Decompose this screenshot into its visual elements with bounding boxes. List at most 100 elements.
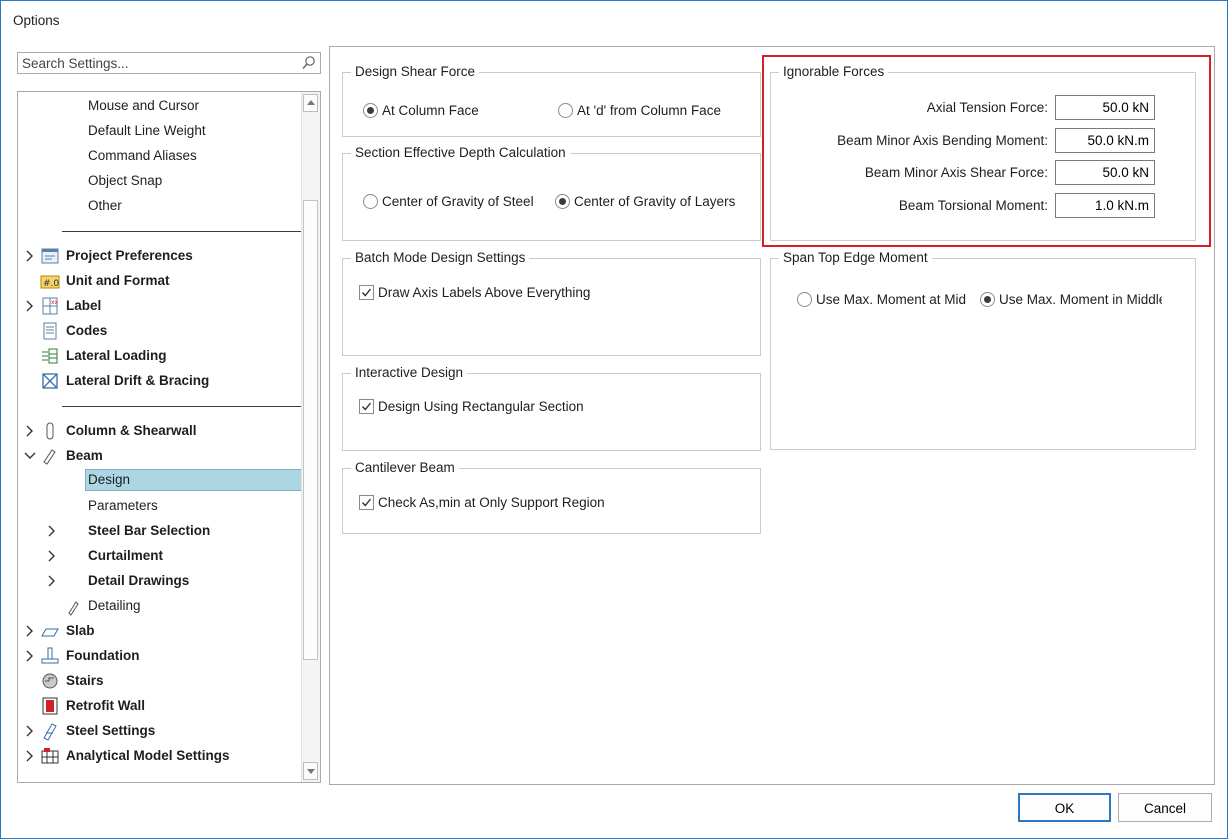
radio-label: Use Max. Moment at Mid [816, 292, 967, 307]
radio-circle[interactable] [363, 194, 378, 209]
radio-circle[interactable] [363, 103, 378, 118]
checkbox-box[interactable] [359, 495, 374, 510]
tree-item-detailing[interactable]: Detailing [88, 595, 141, 617]
checkmark-icon [361, 288, 372, 297]
tree-item-mouse-and-cursor[interactable]: Mouse and Cursor [88, 95, 199, 117]
project-preferences-icon [41, 248, 59, 264]
lateral-loading-icon [42, 348, 58, 364]
tree-item-detail-drawings[interactable]: Detail Drawings [88, 570, 189, 592]
span-top-edge-group: Span Top Edge Moment Use Max. Moment at … [770, 250, 1196, 450]
settings-tree[interactable]: Mouse and Cursor Default Line Weight Com… [17, 91, 321, 783]
checkbox-box[interactable] [359, 285, 374, 300]
chevron-right-icon[interactable] [46, 550, 58, 562]
tree-item-codes[interactable]: Codes [66, 320, 107, 342]
tree-item-slab[interactable]: Slab [66, 620, 95, 642]
chevron-right-icon[interactable] [24, 750, 36, 762]
tree-item-unit-and-format[interactable]: Unit and Format [66, 270, 170, 292]
window-title: Options [13, 13, 60, 28]
chevron-right-icon[interactable] [24, 300, 36, 312]
stairs-icon [42, 673, 58, 689]
lateral-drift-icon [42, 373, 58, 389]
steel-settings-icon [43, 723, 57, 741]
analytical-model-icon [41, 748, 59, 764]
tree-item-foundation[interactable]: Foundation [66, 645, 139, 667]
cantilever-beam-group: Cantilever Beam Check As,min at Only Sup… [342, 460, 761, 534]
slab-icon [41, 628, 59, 637]
tree-item-lateral-loading[interactable]: Lateral Loading [66, 345, 167, 367]
radio-center-gravity-layers[interactable]: Center of Gravity of Layers [555, 193, 748, 211]
tree-item-stairs[interactable]: Stairs [66, 670, 104, 692]
beam-icon [43, 449, 56, 465]
scroll-down-button[interactable] [303, 762, 318, 780]
radio-label: At 'd' from Column Face [577, 103, 721, 118]
tree-item-label[interactable]: Label [66, 295, 101, 317]
chevron-down-icon[interactable] [24, 450, 36, 462]
tree-item-project-preferences[interactable]: Project Preferences [66, 245, 193, 267]
radio-circle[interactable] [555, 194, 570, 209]
arrow-down-icon [307, 769, 315, 774]
section-depth-group: Section Effective Depth Calculation Cent… [342, 145, 761, 241]
tree-item-command-aliases[interactable]: Command Aliases [88, 145, 197, 167]
radio-label: At Column Face [382, 103, 479, 118]
radio-use-max-moment-in-middle[interactable]: Use Max. Moment in Middle [980, 291, 1162, 309]
svg-text:xx: xx [51, 299, 59, 306]
search-box[interactable] [17, 52, 321, 74]
tree-item-column-shearwall[interactable]: Column & Shearwall [66, 420, 197, 442]
codes-icon [43, 322, 57, 340]
group-title: Cantilever Beam [351, 460, 459, 476]
chevron-right-icon[interactable] [24, 250, 36, 262]
design-shear-force-group: Design Shear Force At Column Face At 'd'… [342, 64, 761, 137]
scroll-thumb[interactable] [303, 200, 318, 660]
checkbox-box[interactable] [359, 399, 374, 414]
group-title: Section Effective Depth Calculation [351, 145, 570, 161]
interactive-design-group: Interactive Design Design Using Rectangu… [342, 365, 761, 451]
tree-item-retrofit-wall[interactable]: Retrofit Wall [66, 695, 145, 717]
tree-item-object-snap[interactable]: Object Snap [88, 170, 162, 192]
tree-scrollbar[interactable] [301, 92, 320, 782]
tree-item-parameters[interactable]: Parameters [88, 495, 158, 517]
chevron-right-icon[interactable] [46, 575, 58, 587]
tree-separator [62, 406, 301, 407]
radio-label: Center of Gravity of Steel [382, 194, 534, 209]
chevron-right-icon[interactable] [24, 425, 36, 437]
ok-button[interactable]: OK [1018, 793, 1111, 822]
checkmark-icon [361, 402, 372, 411]
tree-item-lateral-drift-bracing[interactable]: Lateral Drift & Bracing [66, 370, 209, 392]
checkbox-label: Design Using Rectangular Section [378, 399, 584, 414]
tree-item-default-line-weight[interactable]: Default Line Weight [88, 120, 206, 142]
radio-label: Center of Gravity of Layers [574, 194, 736, 209]
cancel-button[interactable]: Cancel [1118, 793, 1212, 822]
radio-circle[interactable] [980, 292, 995, 307]
highlight-box [762, 55, 1211, 247]
retrofit-wall-icon [42, 697, 58, 715]
tree-item-other[interactable]: Other [88, 195, 122, 217]
search-icon[interactable] [301, 55, 317, 71]
tree-separator [62, 231, 301, 232]
column-icon [46, 422, 54, 440]
checkbox-label: Check As,min at Only Support Region [378, 495, 605, 510]
tree-item-steel-bar-selection[interactable]: Steel Bar Selection [88, 520, 210, 542]
svg-text:#.0: #.0 [43, 279, 59, 289]
chevron-right-icon[interactable] [24, 725, 36, 737]
arrow-up-icon [307, 100, 315, 105]
checkmark-icon [361, 498, 372, 507]
radio-use-max-moment-at-mid[interactable]: Use Max. Moment at Mid [797, 291, 980, 309]
tree-item-steel-settings[interactable]: Steel Settings [66, 720, 155, 742]
label-icon: xx [42, 297, 59, 315]
group-title: Batch Mode Design Settings [351, 250, 530, 266]
tree-item-beam[interactable]: Beam [66, 445, 103, 467]
radio-circle[interactable] [558, 103, 573, 118]
tree-item-design[interactable]: Design [85, 469, 302, 491]
tree-item-analytical-model-settings[interactable]: Analytical Model Settings [66, 745, 230, 767]
group-title: Span Top Edge Moment [779, 250, 932, 266]
search-input[interactable] [18, 53, 306, 73]
radio-circle[interactable] [797, 292, 812, 307]
unit-format-icon: #.0 [40, 275, 60, 289]
batch-mode-group: Batch Mode Design Settings Draw Axis Lab… [342, 250, 761, 356]
tree-item-curtailment[interactable]: Curtailment [88, 545, 163, 567]
chevron-right-icon[interactable] [24, 625, 36, 637]
checkbox-label: Draw Axis Labels Above Everything [378, 285, 591, 300]
chevron-right-icon[interactable] [24, 650, 36, 662]
scroll-up-button[interactable] [303, 94, 318, 112]
chevron-right-icon[interactable] [46, 525, 58, 537]
